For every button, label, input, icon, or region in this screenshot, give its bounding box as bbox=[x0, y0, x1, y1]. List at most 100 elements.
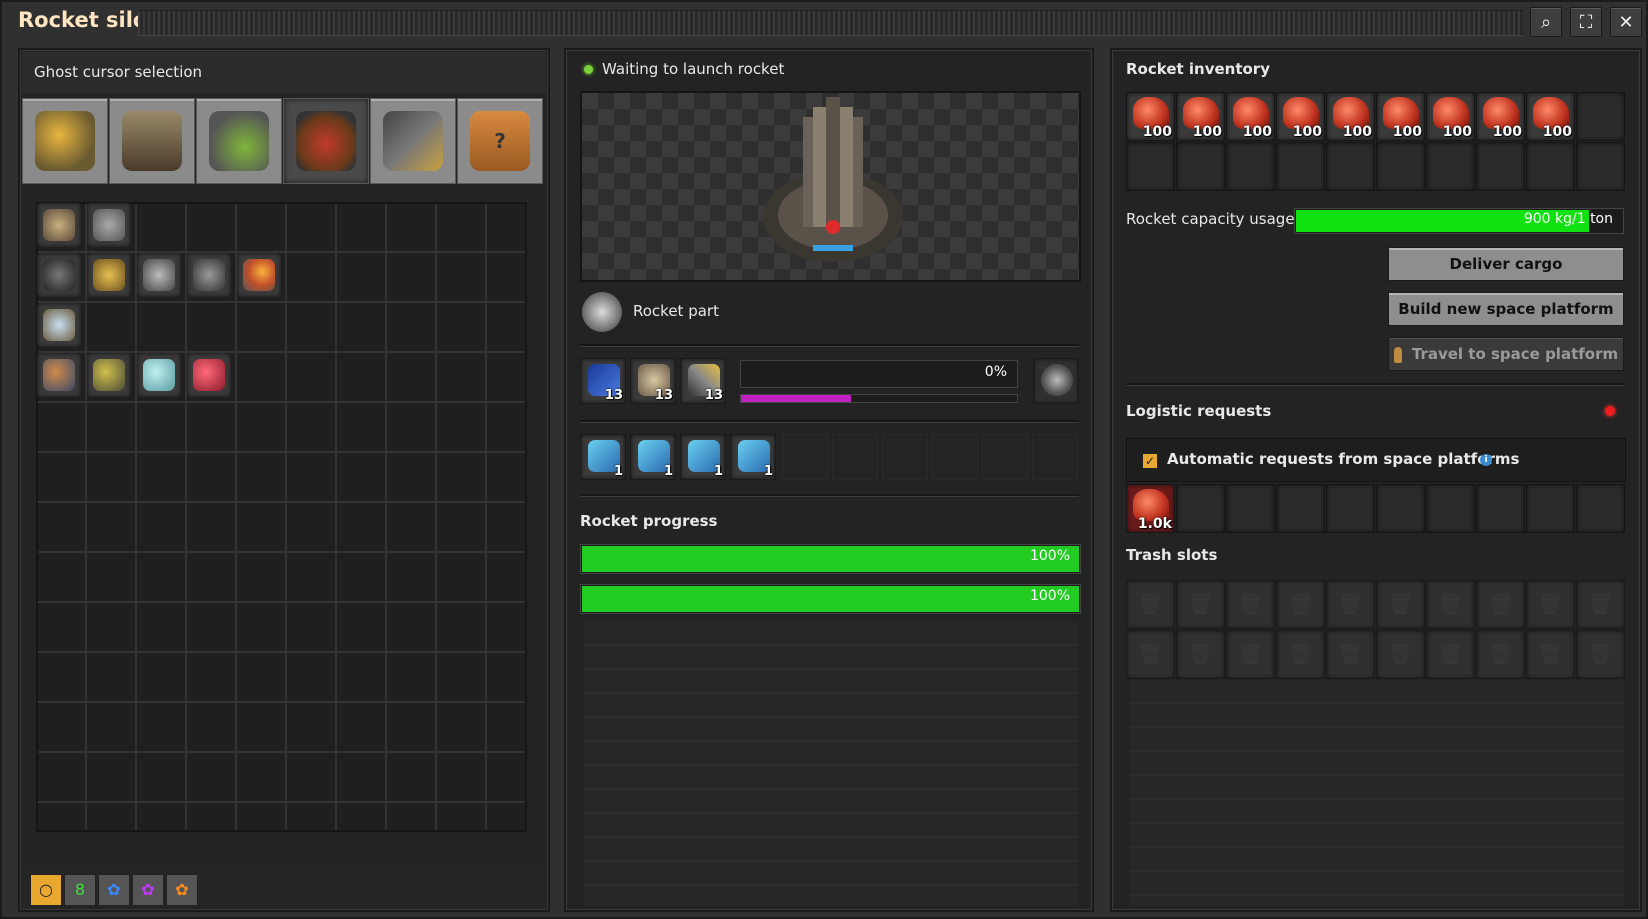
inventory-slot[interactable]: 100 bbox=[1426, 92, 1475, 141]
grid-item-oxide-asteroid[interactable] bbox=[137, 353, 181, 397]
drag-handle[interactable] bbox=[138, 10, 1523, 36]
productivity-bar bbox=[740, 394, 1018, 403]
build-space-platform-button[interactable]: Build new space platform bbox=[1388, 292, 1624, 326]
inventory-slot[interactable] bbox=[1126, 142, 1175, 191]
info-icon[interactable]: i bbox=[1480, 454, 1492, 466]
trash-slot[interactable]: 🗑 bbox=[1276, 580, 1325, 629]
recipe-icon[interactable] bbox=[582, 292, 622, 332]
inventory-slot[interactable] bbox=[1226, 142, 1275, 191]
ghost-cursor-title: Ghost cursor selection bbox=[34, 63, 203, 81]
inventory-slot[interactable] bbox=[1326, 142, 1375, 191]
inventory-slot[interactable]: 100 bbox=[1326, 92, 1375, 141]
trash-slot[interactable]: 🗑 bbox=[1526, 580, 1575, 629]
logistic-request-slot[interactable] bbox=[1426, 484, 1475, 533]
trash-slot[interactable]: 🗑 bbox=[1426, 580, 1475, 629]
inventory-slot[interactable] bbox=[1376, 142, 1425, 191]
logistic-request-slot[interactable] bbox=[1376, 484, 1425, 533]
quality-epic-icon[interactable]: ✿ bbox=[132, 874, 164, 906]
grid-item-promethium-asteroid[interactable] bbox=[187, 353, 231, 397]
rocket-part-output-slot[interactable] bbox=[1033, 358, 1079, 404]
inventory-slot[interactable]: 100 bbox=[1376, 92, 1425, 141]
logistic-request-slot[interactable] bbox=[1326, 484, 1375, 533]
quality-legendary-icon[interactable]: ✿ bbox=[166, 874, 198, 906]
trash-icon: 🗑 bbox=[1137, 642, 1164, 666]
trash-slot[interactable]: 🗑 bbox=[1326, 630, 1375, 679]
travel-label: Travel to space platform bbox=[1411, 345, 1619, 363]
grid-item-metallic-asteroid[interactable] bbox=[37, 353, 81, 397]
inventory-slot[interactable]: 100 bbox=[1226, 92, 1275, 141]
recipe-name: Rocket part bbox=[633, 302, 719, 320]
trash-slot[interactable]: 🗑 bbox=[1526, 630, 1575, 679]
grid-item-crusher[interactable] bbox=[87, 253, 131, 297]
category-space[interactable] bbox=[283, 98, 369, 184]
title-bar[interactable]: Rocket silo ⌕ ⛶ ✕ bbox=[2, 2, 1646, 42]
inventory-slot[interactable] bbox=[1276, 142, 1325, 191]
trash-slot[interactable]: 🗑 bbox=[1176, 580, 1225, 629]
logistic-request-slot[interactable]: 1.0k bbox=[1126, 484, 1175, 533]
quality-uncommon-icon[interactable]: 8 bbox=[64, 874, 96, 906]
category-logistics[interactable] bbox=[22, 98, 108, 184]
ingredient-processing-unit[interactable]: 13 bbox=[580, 358, 626, 404]
grid-item-thruster[interactable] bbox=[37, 253, 81, 297]
category-combat[interactable] bbox=[370, 98, 456, 184]
inventory-slot[interactable] bbox=[1176, 142, 1225, 191]
quality-rare-icon[interactable]: ✿ bbox=[98, 874, 130, 906]
grid-item-platform-hub[interactable] bbox=[187, 253, 231, 297]
trash-slot[interactable]: 🗑 bbox=[1226, 580, 1275, 629]
inventory-slot[interactable]: 100 bbox=[1176, 92, 1225, 141]
grid-item-turret[interactable] bbox=[137, 253, 181, 297]
inventory-slot[interactable]: 100 bbox=[1276, 92, 1325, 141]
trash-slot[interactable]: 🗑 bbox=[1376, 580, 1425, 629]
ingredient-rocket-fuel[interactable]: 13 bbox=[680, 358, 726, 404]
module-slot-3[interactable]: 1 bbox=[680, 434, 726, 480]
inventory-slot[interactable] bbox=[1526, 142, 1575, 191]
close-icon[interactable]: ✕ bbox=[1610, 7, 1642, 37]
trash-slot[interactable]: 🗑 bbox=[1126, 580, 1175, 629]
trash-slot[interactable]: 🗑 bbox=[1476, 580, 1525, 629]
trash-slot[interactable]: 🗑 bbox=[1476, 630, 1525, 679]
logistic-request-slot[interactable] bbox=[1276, 484, 1325, 533]
inventory-slot[interactable] bbox=[1426, 142, 1475, 191]
inventory-slot[interactable]: 100 bbox=[1526, 92, 1575, 141]
category-production[interactable] bbox=[109, 98, 195, 184]
inventory-slot[interactable] bbox=[1476, 142, 1525, 191]
grid-item-rocket[interactable] bbox=[237, 253, 281, 297]
inventory-slot[interactable] bbox=[1576, 92, 1625, 141]
trash-slot[interactable]: 🗑 bbox=[1426, 630, 1475, 679]
trash-slot[interactable]: 🗑 bbox=[1126, 630, 1175, 679]
crafting-progress-bar: 0% bbox=[740, 360, 1018, 388]
trash-slot[interactable]: 🗑 bbox=[1576, 580, 1625, 629]
trash-slot[interactable]: 🗑 bbox=[1226, 630, 1275, 679]
logistic-request-slot[interactable] bbox=[1176, 484, 1225, 533]
grid-item-asteroid-collector[interactable] bbox=[87, 203, 131, 247]
logistic-request-slot[interactable] bbox=[1476, 484, 1525, 533]
slot-count: 100 bbox=[1342, 124, 1372, 140]
module-slot-4[interactable]: 1 bbox=[730, 434, 776, 480]
grid-item-cargo-bay[interactable] bbox=[37, 203, 81, 247]
deliver-cargo-button[interactable]: Deliver cargo bbox=[1388, 247, 1624, 281]
trash-slot[interactable]: 🗑 bbox=[1576, 630, 1625, 679]
category-intermediate-products[interactable] bbox=[196, 98, 282, 184]
module-slot-1[interactable]: 1 bbox=[580, 434, 626, 480]
logistic-request-slot[interactable] bbox=[1226, 484, 1275, 533]
category-unsorted[interactable]: ? bbox=[457, 98, 543, 184]
grid-item-platform-starter[interactable] bbox=[37, 303, 81, 347]
inventory-slot[interactable]: 100 bbox=[1476, 92, 1525, 141]
travel-to-platform-button[interactable]: Travel to space platform bbox=[1388, 337, 1624, 371]
trash-slot[interactable]: 🗑 bbox=[1376, 630, 1425, 679]
logistic-request-slot[interactable] bbox=[1526, 484, 1575, 533]
rocket-silo-window: Rocket silo ⌕ ⛶ ✕ Ghost cursor selection… bbox=[0, 0, 1648, 919]
inventory-slot[interactable] bbox=[1576, 142, 1625, 191]
trash-slot[interactable]: 🗑 bbox=[1326, 580, 1375, 629]
module-slot-2[interactable]: 1 bbox=[630, 434, 676, 480]
trash-slot[interactable]: 🗑 bbox=[1276, 630, 1325, 679]
ingredient-low-density-structure[interactable]: 13 bbox=[630, 358, 676, 404]
tree-icon[interactable]: ⛶ bbox=[1570, 7, 1602, 37]
inventory-slot[interactable]: 100 bbox=[1126, 92, 1175, 141]
logistic-request-slot[interactable] bbox=[1576, 484, 1625, 533]
trash-slot[interactable]: 🗑 bbox=[1176, 630, 1225, 679]
auto-requests-checkbox[interactable]: ✓ bbox=[1142, 453, 1158, 469]
grid-item-carbonic-asteroid[interactable] bbox=[87, 353, 131, 397]
search-icon[interactable]: ⌕ bbox=[1530, 7, 1562, 37]
quality-normal-icon[interactable]: ○ bbox=[30, 874, 62, 906]
